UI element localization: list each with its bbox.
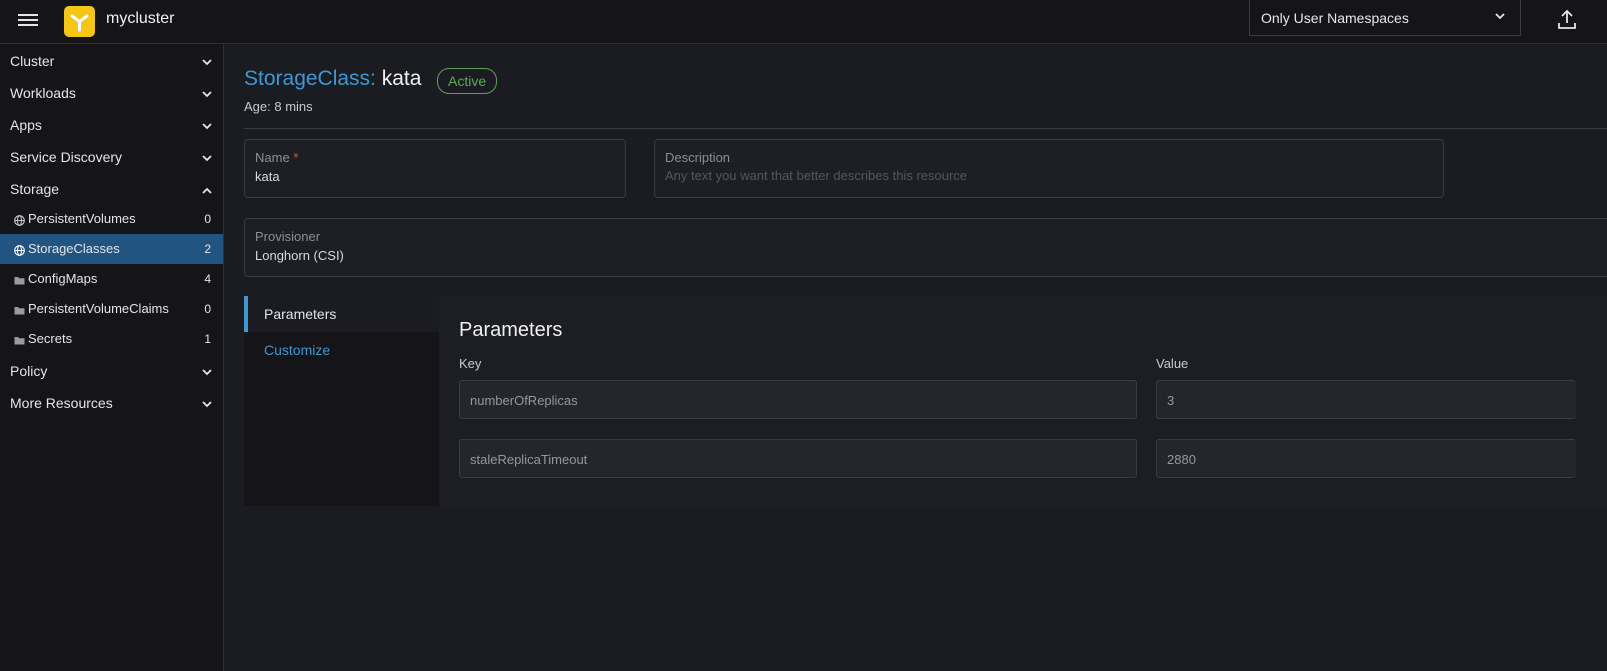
sidebar-item-secrets[interactable]: Secrets 1 xyxy=(0,324,223,354)
folder-icon xyxy=(14,333,25,345)
description-input[interactable] xyxy=(665,168,1425,183)
globe-icon xyxy=(14,213,25,226)
rancher-logo-icon[interactable] xyxy=(64,6,95,37)
tab-parameters[interactable]: Parameters xyxy=(244,296,439,332)
chevron-down-icon xyxy=(201,365,213,381)
provisioner-field-value: Longhorn (CSI) xyxy=(255,248,344,263)
parameters-panel: Parameters Key Value numberOfReplicas 3 … xyxy=(439,296,1607,506)
provisioner-field[interactable]: Provisioner Longhorn (CSI) xyxy=(244,218,1607,277)
parameter-value-value: 2880 xyxy=(1167,452,1196,467)
side-nav: Cluster Workloads Apps Service Discovery… xyxy=(0,44,224,671)
sidebar-item-count: 0 xyxy=(204,212,211,226)
nav-group-label: Service Discovery xyxy=(10,149,123,165)
import-yaml-icon[interactable] xyxy=(1555,8,1579,32)
tab-customize[interactable]: Customize xyxy=(244,332,439,368)
chevron-up-icon xyxy=(201,183,213,199)
parameter-value-input[interactable]: 2880 xyxy=(1156,439,1576,478)
parameter-value-value: 3 xyxy=(1167,393,1175,408)
nav-group-label: Apps xyxy=(10,117,42,133)
nav-group-label: Policy xyxy=(10,363,48,379)
nav-group-apps[interactable]: Apps xyxy=(0,108,223,140)
chevron-down-icon xyxy=(201,397,213,413)
side-tabs: Parameters Customize xyxy=(244,296,439,506)
description-field-label: Description xyxy=(665,150,731,165)
folder-icon xyxy=(14,273,25,285)
sidebar-item-persistentvolumes[interactable]: PersistentVolumes 0 xyxy=(0,204,223,234)
sidebar-item-label: ConfigMaps xyxy=(28,271,98,286)
description-field[interactable]: Description xyxy=(654,139,1444,198)
main-content: StorageClass: kata Active Age: 8 mins Na… xyxy=(224,44,1607,671)
folder-icon xyxy=(14,303,25,315)
value-column-header: Value xyxy=(1156,356,1189,371)
nav-group-service-discovery[interactable]: Service Discovery xyxy=(0,140,223,172)
parameter-key-value: numberOfReplicas xyxy=(470,393,578,408)
name-field-label: Name * xyxy=(255,150,299,165)
resource-type-link[interactable]: StorageClass: xyxy=(244,67,376,90)
name-field[interactable]: Name * kata xyxy=(244,139,626,198)
name-field-value: kata xyxy=(255,169,280,184)
sidebar-item-label: PersistentVolumes xyxy=(28,211,136,226)
sidebar-item-count: 1 xyxy=(204,332,211,346)
nav-group-workloads[interactable]: Workloads xyxy=(0,76,223,108)
tab-label: Parameters xyxy=(264,306,337,322)
chevron-down-icon xyxy=(1494,9,1506,25)
cluster-name[interactable]: mycluster xyxy=(106,10,174,28)
sidebar-item-label: Secrets xyxy=(28,331,73,346)
namespace-filter-select[interactable]: Only User Namespaces xyxy=(1249,0,1521,36)
namespace-filter-value: Only User Namespaces xyxy=(1261,10,1409,26)
status-badge: Active xyxy=(437,68,498,94)
nav-group-label: More Resources xyxy=(10,395,113,411)
parameter-value-input[interactable]: 3 xyxy=(1156,380,1576,419)
nav-group-more-resources[interactable]: More Resources xyxy=(0,386,223,418)
resource-age: Age: 8 mins xyxy=(244,99,313,114)
parameter-key-input[interactable]: staleReplicaTimeout xyxy=(459,439,1137,478)
sidebar-item-count: 2 xyxy=(204,242,211,256)
sidebar-item-configmaps[interactable]: ConfigMaps 4 xyxy=(0,264,223,294)
parameters-title: Parameters xyxy=(459,319,563,341)
sidebar-item-label: StorageClasses xyxy=(28,241,120,256)
globe-icon xyxy=(14,243,25,256)
key-column-header: Key xyxy=(459,356,482,371)
sidebar-item-count: 4 xyxy=(204,272,211,286)
required-marker: * xyxy=(293,150,299,165)
nav-group-policy[interactable]: Policy xyxy=(0,354,223,386)
chevron-down-icon xyxy=(201,55,213,71)
sidebar-item-count: 0 xyxy=(204,302,211,316)
nav-group-label: Cluster xyxy=(10,53,55,69)
parameter-key-input[interactable]: numberOfReplicas xyxy=(459,380,1137,419)
page-title: StorageClass: kata xyxy=(244,67,421,91)
parameter-key-value: staleReplicaTimeout xyxy=(470,452,588,467)
sidebar-item-label: PersistentVolumeClaims xyxy=(28,301,169,316)
nav-group-label: Storage xyxy=(10,181,60,197)
resource-name: kata xyxy=(381,67,422,90)
sidebar-item-persistentvolumeclaims[interactable]: PersistentVolumeClaims 0 xyxy=(0,294,223,324)
chevron-down-icon xyxy=(201,87,213,103)
nav-group-storage[interactable]: Storage xyxy=(0,172,223,204)
provisioner-field-label: Provisioner xyxy=(255,229,321,244)
nav-group-label: Workloads xyxy=(10,85,76,101)
menu-icon[interactable] xyxy=(18,11,38,31)
chevron-down-icon xyxy=(201,119,213,135)
top-bar: mycluster Only User Namespaces xyxy=(0,0,1607,44)
tab-label: Customize xyxy=(264,342,331,358)
sidebar-item-storageclasses[interactable]: StorageClasses 2 xyxy=(0,234,223,264)
nav-group-cluster[interactable]: Cluster xyxy=(0,44,223,76)
chevron-down-icon xyxy=(201,151,213,167)
divider xyxy=(244,128,1607,129)
